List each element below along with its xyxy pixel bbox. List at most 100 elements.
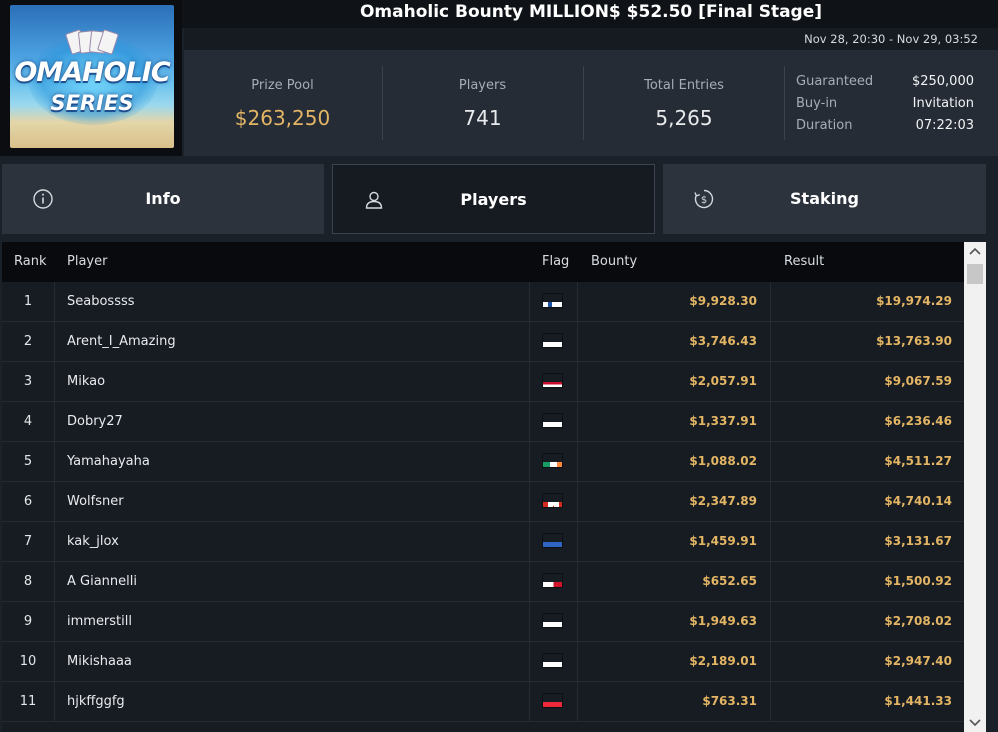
duration-label: Duration: [796, 118, 853, 133]
player-name-cell[interactable]: Seabossss: [56, 282, 530, 321]
bounty-cell: $652.65: [579, 562, 771, 601]
flag-cell: [531, 362, 578, 401]
series-logo-art: OMAHOLIC SERIES: [10, 5, 174, 148]
tab-info-label: Info: [145, 189, 181, 208]
table-row[interactable]: 2 Arent_I_Amazing $3,746.43 $13,763.90: [2, 322, 964, 362]
players-stat: Players 741: [383, 50, 582, 156]
bounty-cell: $3,746.43: [579, 322, 771, 361]
ireland-flag-icon: [542, 453, 563, 468]
result-cell: $19,974.29: [876, 294, 952, 308]
player-name-cell[interactable]: Mikishaaa: [56, 642, 530, 681]
flag-cell: [531, 322, 578, 361]
logo-text-series: SERIES: [50, 91, 134, 115]
rank-cell: 7: [2, 522, 55, 561]
bounty-cell: $1,459.91: [579, 522, 771, 561]
bounty-cell: $1,088.02: [579, 442, 771, 481]
russia-flag-icon: [542, 333, 563, 348]
tournament-stats: Prize Pool $263,250 Players 741 Total En…: [184, 50, 998, 156]
table-row[interactable]: 9 immerstill $1,949.63 $2,708.02: [2, 602, 964, 642]
entries-label: Total Entries: [644, 78, 724, 93]
rank-cell: 4: [2, 402, 55, 441]
table-row[interactable]: 3 Mikao $2,057.91 $9,067.59: [2, 362, 964, 402]
rank-cell: 10: [2, 642, 55, 681]
players-label: Players: [458, 78, 507, 93]
rank-cell: 2: [2, 322, 55, 361]
result-cell: $1,441.33: [884, 694, 952, 708]
finland-flag-icon: [542, 293, 563, 308]
tab-staking-label: Staking: [790, 189, 859, 208]
flag-cell: [531, 682, 578, 721]
table-row[interactable]: 8A Giannelli $652.65 $1,500.92: [2, 562, 964, 602]
entries-stat: Total Entries 5,265: [584, 50, 784, 156]
flag-cell: [531, 402, 578, 441]
prize-pool-label: Prize Pool: [251, 78, 314, 93]
ukraine-flag-icon: [542, 533, 563, 548]
canada-flag-icon: [542, 493, 563, 508]
col-result-header[interactable]: Result: [784, 254, 824, 269]
rank-cell: 3: [2, 362, 55, 401]
flag-cell: [531, 522, 578, 561]
scroll-up-arrow-icon[interactable]: [964, 242, 986, 262]
player-name-cell[interactable]: Arent_I_Amazing: [56, 322, 530, 361]
right-gutter: [986, 242, 998, 732]
player-name-cell[interactable]: Mikao: [56, 362, 530, 401]
playing-cards-icon: [64, 29, 120, 55]
col-flag-header[interactable]: Flag: [542, 254, 569, 269]
flag-cell: [531, 282, 578, 321]
player-name-cell[interactable]: A Giannelli: [56, 562, 530, 601]
table-scrollbar[interactable]: [964, 242, 986, 732]
duration-value: 07:22:03: [915, 118, 974, 133]
result-cell: $2,708.02: [884, 614, 952, 628]
tab-info[interactable]: Info: [2, 164, 324, 234]
players-table: Rank Player Flag Bounty Result 1 Seabosss…: [2, 242, 964, 732]
result-cell: $3,131.67: [884, 534, 952, 548]
logo-text-omaholic: OMAHOLIC: [14, 57, 170, 88]
tab-players[interactable]: Players: [332, 164, 655, 234]
bounty-cell: $2,347.89: [579, 482, 771, 521]
player-name-cell[interactable]: Dobry27: [56, 402, 530, 441]
stat-divider: [784, 66, 785, 140]
table-row[interactable]: 7 kak_jlox $1,459.91 $3,131.67: [2, 522, 964, 562]
player-name-cell[interactable]: Wolfsner: [56, 482, 530, 521]
buyin-value: Invitation: [912, 96, 974, 111]
rank-cell: 1: [2, 282, 55, 321]
table-row[interactable]: 10 Mikishaaa $2,189.01 $2,947.40: [2, 642, 964, 682]
poland-flag-icon: [542, 413, 563, 428]
col-bounty-header[interactable]: Bounty: [591, 254, 637, 269]
table-row[interactable]: 1 Seabossss $9,928.30 $19,974.29: [2, 282, 964, 322]
rank-cell: 6: [2, 482, 55, 521]
player-name-cell[interactable]: Yamahayaha: [56, 442, 530, 481]
rank-cell: 11: [2, 682, 55, 721]
table-row[interactable]: 11 hjkffggfg $763.31 $1,441.33: [2, 682, 964, 722]
result-cell: $1,500.92: [884, 574, 952, 588]
prize-pool-value: $263,250: [234, 106, 331, 130]
scroll-down-arrow-icon[interactable]: [964, 714, 986, 732]
table-row[interactable]: 6 Wolfsner $2,347.89 $4,740.14: [2, 482, 964, 522]
rank-cell: 8: [2, 562, 55, 601]
col-rank-header[interactable]: Rank: [14, 254, 46, 269]
series-logo: OMAHOLIC SERIES: [0, 0, 182, 156]
scrollbar-thumb[interactable]: [967, 264, 983, 284]
bounty-cell: $1,337.91: [579, 402, 771, 441]
flag-cell: [531, 562, 578, 601]
tab-staking[interactable]: $ Staking: [663, 164, 986, 234]
player-name-cell[interactable]: immerstill: [56, 602, 530, 641]
bounty-cell: $2,057.91: [579, 362, 771, 401]
flag-cell: [531, 642, 578, 681]
tournament-title: Omaholic Bounty MILLION$ $52.50 [Final S…: [359, 2, 823, 22]
result-cell: $13,763.90: [876, 334, 952, 348]
russia-flag-icon: [542, 613, 563, 628]
buyin-label: Buy-in: [796, 96, 838, 111]
player-name-cell[interactable]: kak_jlox: [56, 522, 530, 561]
table-row[interactable]: 4 Dobry27 $1,337.91 $6,236.46: [2, 402, 964, 442]
table-header: Rank Player Flag Bounty Result: [2, 242, 964, 282]
player-name-cell[interactable]: hjkffggfg: [56, 682, 530, 721]
result-cell: $4,740.14: [884, 494, 952, 508]
date-bar: Nov 28, 20:30 - Nov 29, 03:52: [184, 28, 998, 50]
guaranteed-label: Guaranteed: [796, 74, 874, 89]
entries-value: 5,265: [655, 106, 713, 130]
col-player-header[interactable]: Player: [67, 254, 107, 269]
tab-players-label: Players: [460, 190, 527, 209]
table-row[interactable]: 5 Yamahayaha $1,088.02 $4,511.27: [2, 442, 964, 482]
bounty-cell: $763.31: [579, 682, 771, 721]
